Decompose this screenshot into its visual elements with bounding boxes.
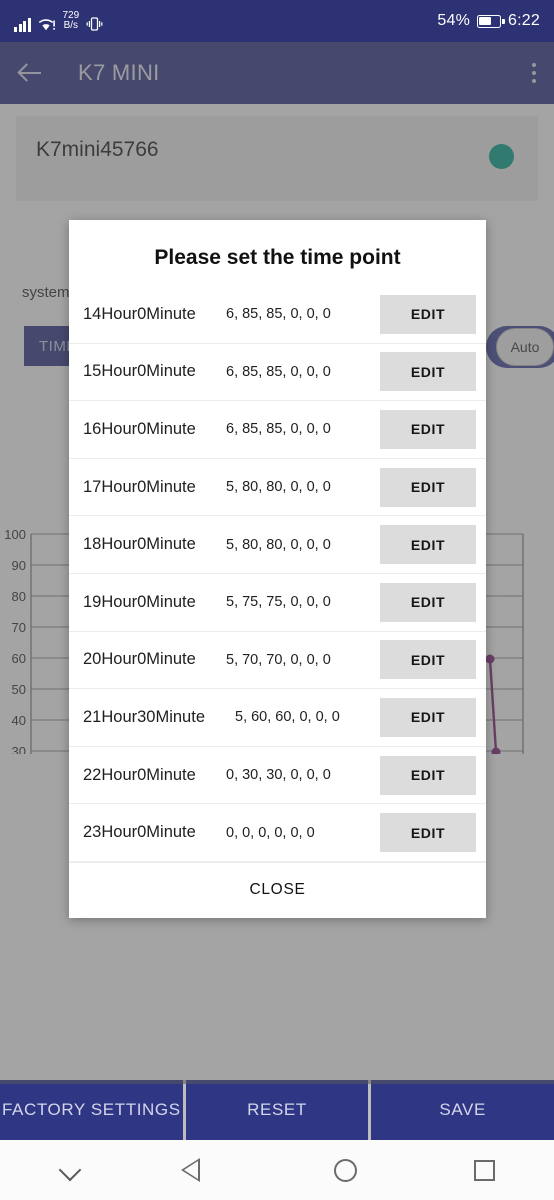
time-point-values: 5, 70, 70, 0, 0, 0 bbox=[226, 651, 331, 668]
time-point-label: 17Hour0Minute bbox=[83, 477, 196, 496]
time-point-label: 23Hour0Minute bbox=[83, 823, 196, 842]
time-point-list: 14Hour0Minute 6, 85, 85, 0, 0, 0 EDIT 15Hou… bbox=[69, 286, 486, 862]
status-bar: 729 B/s 54% 6:22 bbox=[0, 0, 554, 42]
table-row: 20Hour0Minute 5, 70, 70, 0, 0, 0 EDIT bbox=[69, 632, 486, 690]
edit-button[interactable]: EDIT bbox=[380, 467, 476, 507]
data-rate-indicator: 729 B/s bbox=[62, 9, 80, 32]
edit-button[interactable]: EDIT bbox=[380, 697, 476, 737]
edit-button[interactable]: EDIT bbox=[380, 352, 476, 392]
time-point-values: 6, 85, 85, 0, 0, 0 bbox=[226, 306, 331, 323]
time-point-label: 19Hour0Minute bbox=[83, 592, 196, 611]
time-point-values: 5, 60, 60, 0, 0, 0 bbox=[235, 709, 340, 726]
system-nav-bar bbox=[0, 1140, 554, 1200]
time-point-label: 18Hour0Minute bbox=[83, 535, 196, 554]
edit-button[interactable]: EDIT bbox=[380, 294, 476, 334]
status-bar-left: 729 B/s bbox=[14, 9, 103, 32]
close-button[interactable]: CLOSE bbox=[249, 881, 305, 899]
edit-button[interactable]: EDIT bbox=[380, 640, 476, 680]
battery-icon bbox=[477, 14, 505, 28]
table-row: 14Hour0Minute 6, 85, 85, 0, 0, 0 EDIT bbox=[69, 286, 486, 344]
vibrate-icon bbox=[86, 16, 103, 31]
table-row: 23Hour0Minute 0, 0, 0, 0, 0, 0 EDIT bbox=[69, 804, 486, 862]
time-point-dialog: Please set the time point 14Hour0Minute 6… bbox=[69, 220, 486, 918]
edit-button[interactable]: EDIT bbox=[380, 525, 476, 565]
nav-back-icon[interactable] bbox=[180, 1158, 217, 1182]
time-point-label: 16Hour0Minute bbox=[83, 419, 196, 438]
table-row: 17Hour0Minute 5, 80, 80, 0, 0, 0 EDIT bbox=[69, 459, 486, 517]
dialog-title: Please set the time point bbox=[154, 246, 401, 269]
edit-button[interactable]: EDIT bbox=[380, 813, 476, 853]
time-point-label: 21Hour30Minute bbox=[83, 707, 205, 726]
hide-keyboard-icon[interactable] bbox=[59, 1159, 81, 1181]
time-point-label: 14Hour0Minute bbox=[83, 304, 196, 323]
save-button[interactable]: SAVE bbox=[371, 1080, 554, 1140]
wifi-icon bbox=[38, 18, 55, 30]
table-row: 21Hour30Minute 5, 60, 60, 0, 0, 0 EDIT bbox=[69, 689, 486, 747]
edit-button[interactable]: EDIT bbox=[380, 582, 476, 622]
nav-recents-icon[interactable] bbox=[474, 1159, 496, 1181]
table-row: 18Hour0Minute 5, 80, 80, 0, 0, 0 EDIT bbox=[69, 516, 486, 574]
signal-bars-icon bbox=[14, 17, 31, 32]
data-rate-unit: B/s bbox=[63, 19, 79, 31]
time-point-values: 6, 85, 85, 0, 0, 0 bbox=[226, 363, 331, 380]
time-point-values: 5, 75, 75, 0, 0, 0 bbox=[226, 594, 331, 611]
edit-button[interactable]: EDIT bbox=[380, 409, 476, 449]
dialog-actions: CLOSE bbox=[69, 861, 486, 918]
edit-button[interactable]: EDIT bbox=[380, 755, 476, 795]
clock-label: 6:22 bbox=[508, 12, 540, 29]
table-row: 22Hour0Minute 0, 30, 30, 0, 0, 0 EDIT bbox=[69, 747, 486, 805]
time-point-label: 15Hour0Minute bbox=[83, 362, 196, 381]
table-row: 16Hour0Minute 6, 85, 85, 0, 0, 0 EDIT bbox=[69, 401, 486, 459]
status-bar-right: 54% 6:22 bbox=[437, 12, 540, 30]
action-bar: FACTORY SETTINGS RESET SAVE bbox=[0, 1080, 554, 1140]
time-point-values: 5, 80, 80, 0, 0, 0 bbox=[226, 479, 331, 496]
time-point-values: 0, 30, 30, 0, 0, 0 bbox=[226, 767, 331, 784]
table-row: 19Hour0Minute 5, 75, 75, 0, 0, 0 EDIT bbox=[69, 574, 486, 632]
reset-button[interactable]: RESET bbox=[185, 1080, 369, 1140]
time-point-values: 6, 85, 85, 0, 0, 0 bbox=[226, 421, 331, 438]
time-point-values: 0, 0, 0, 0, 0, 0 bbox=[226, 824, 315, 841]
data-rate-value: 729 bbox=[62, 9, 80, 21]
time-point-label: 20Hour0Minute bbox=[83, 650, 196, 669]
table-row: 15Hour0Minute 6, 85, 85, 0, 0, 0 EDIT bbox=[69, 344, 486, 402]
battery-percent-label: 54% bbox=[437, 12, 471, 29]
time-point-label: 22Hour0Minute bbox=[83, 765, 196, 784]
factory-settings-button[interactable]: FACTORY SETTINGS bbox=[0, 1080, 183, 1140]
nav-home-icon[interactable] bbox=[334, 1158, 358, 1182]
time-point-values: 5, 80, 80, 0, 0, 0 bbox=[226, 536, 331, 553]
